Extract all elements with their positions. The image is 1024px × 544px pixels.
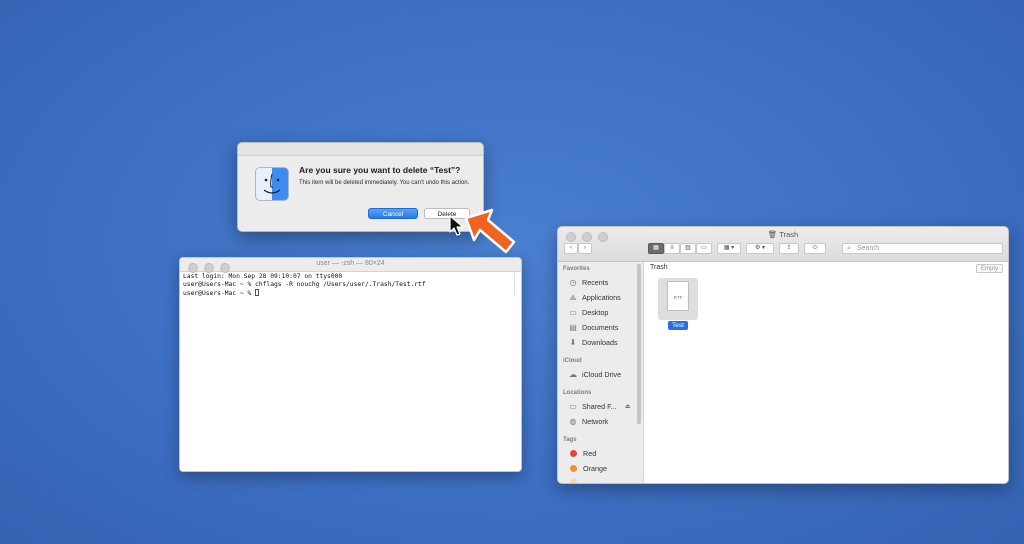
sidebar-item-documents[interactable]: ▤ Documents: [568, 323, 618, 332]
sidebar-item-label: Downloads: [582, 338, 618, 347]
sidebar-item-desktop[interactable]: ▭ Desktop: [568, 308, 608, 317]
finder-window[interactable]: 🗑 Trash ‹ › ▦ ≡ ▥ ▭ ▦ ▾ ⚙ ▾ ⇪ ⬭ ⌕ Search…: [557, 226, 1009, 484]
terminal-line: user@Users-Mac ~ %: [183, 290, 256, 298]
sidebar-header-locations: Locations: [563, 390, 592, 396]
sidebar-item-tag-red[interactable]: Red: [568, 449, 596, 458]
icon-view-button[interactable]: ▦: [648, 243, 664, 254]
red-tag-dot-icon: [570, 450, 577, 457]
sidebar-item-tag-orange[interactable]: Orange: [568, 464, 607, 473]
search-icon: ⌕: [847, 245, 851, 252]
sidebar-header-tags: Tags: [563, 437, 577, 443]
sidebar-item-label: Applications: [582, 293, 621, 302]
sidebar-item-label: Shared F...: [582, 402, 617, 411]
document-icon: ▤: [569, 323, 577, 332]
terminal-scrollbar[interactable]: [514, 273, 519, 295]
window-title: 🗑 Trash: [558, 230, 1008, 239]
cancel-button[interactable]: Cancel: [368, 208, 418, 219]
dialog-title: Are you sure you want to delete “Test”?: [299, 165, 461, 175]
file-item-test[interactable]: RTF: [658, 278, 698, 320]
download-icon: ⬇: [569, 338, 577, 347]
sidebar-header-icloud: iCloud: [563, 358, 582, 364]
empty-trash-button[interactable]: Empty: [976, 264, 1003, 273]
orange-pointer-arrow-icon: [464, 208, 516, 254]
terminal-output[interactable]: Last login: Mon Sep 28 09:10:07 on ttys0…: [180, 272, 521, 300]
share-button[interactable]: ⇪: [779, 243, 799, 254]
terminal-line: user@Users-Mac ~ % chflags -R nouchg /Us…: [183, 281, 426, 289]
orange-tag-dot-icon: [570, 465, 577, 472]
sidebar-item-label: Orange: [583, 464, 607, 473]
cloud-icon: ☁: [569, 370, 577, 379]
finder-titlebar[interactable]: 🗑 Trash ‹ › ▦ ≡ ▥ ▭ ▦ ▾ ⚙ ▾ ⇪ ⬭ ⌕ Search: [558, 227, 1008, 262]
sidebar-header-favorites: Favorites: [563, 266, 590, 272]
sidebar-item-label: Recents: [582, 278, 609, 287]
terminal-prompt-line: user@Users-Mac ~ %: [183, 289, 518, 298]
action-menu-button[interactable]: ⚙ ▾: [746, 243, 774, 254]
eject-icon[interactable]: ⏏: [623, 403, 633, 411]
globe-icon: ◍: [569, 417, 577, 426]
tags-button[interactable]: ⬭: [804, 243, 826, 254]
sidebar-item-network[interactable]: ◍ Network: [568, 417, 609, 426]
file-name-label[interactable]: Test: [668, 321, 688, 330]
terminal-title: user — -zsh — 80×24: [316, 260, 385, 267]
column-view-button[interactable]: ▥: [680, 243, 696, 254]
sidebar-item-shared[interactable]: ▭ Shared F... ⏏: [568, 402, 633, 411]
group-by-button[interactable]: ▦ ▾: [717, 243, 741, 254]
path-bar: Trash Empty: [644, 262, 1008, 275]
yellow-tag-dot-icon: [570, 479, 577, 483]
file-extension-label: RTF: [673, 295, 683, 300]
trash-icon: 🗑: [767, 230, 778, 239]
dialog-titlebar: [238, 143, 483, 156]
search-field[interactable]: ⌕ Search: [842, 243, 1003, 254]
sidebar-item-label: iCloud Drive: [582, 370, 622, 379]
gallery-view-button[interactable]: ▭: [696, 243, 712, 254]
sidebar-item-recents[interactable]: ◷ Recents: [568, 278, 609, 287]
display-icon: ▭: [569, 402, 577, 411]
text-cursor: [255, 289, 260, 297]
clock-icon: ◷: [569, 278, 577, 287]
forward-button[interactable]: ›: [578, 243, 592, 254]
sidebar-item-icloud-drive[interactable]: ☁ iCloud Drive: [568, 370, 621, 379]
list-view-button[interactable]: ≡: [664, 243, 680, 254]
finder-sidebar: Favorites ◷ Recents ⟁ Applications ▭ Deskto…: [558, 262, 644, 483]
sidebar-item-label: Red: [583, 449, 597, 458]
sidebar-item-downloads[interactable]: ⬇ Downloads: [568, 338, 618, 347]
terminal-line: Last login: Mon Sep 28 09:10:07 on ttys0…: [183, 273, 343, 280]
desktop-icon: ▭: [569, 308, 577, 317]
mouse-cursor-icon: [449, 215, 464, 236]
sidebar-scrollbar[interactable]: [637, 264, 641, 424]
search-placeholder: Search: [857, 245, 880, 252]
window-title-label: Trash: [779, 230, 799, 239]
finder-icon: [255, 167, 289, 201]
delete-confirmation-dialog: Are you sure you want to delete “Test”? …: [237, 142, 484, 232]
dialog-message: This item will be deleted immediately. Y…: [299, 180, 470, 186]
back-button[interactable]: ‹: [564, 243, 578, 254]
sidebar-item-label: Desktop: [582, 308, 609, 317]
current-folder-label: Trash: [650, 264, 668, 271]
applications-icon: ⟁: [569, 292, 577, 302]
sidebar-item-label: Network: [582, 417, 609, 426]
terminal-window[interactable]: user — -zsh — 80×24 Last login: Mon Sep …: [179, 257, 522, 472]
terminal-titlebar[interactable]: user — -zsh — 80×24: [180, 258, 521, 273]
sidebar-item-label: Documents: [582, 323, 619, 332]
sidebar-item-tag-partial: [568, 479, 579, 483]
sidebar-item-applications[interactable]: ⟁ Applications: [568, 292, 621, 303]
